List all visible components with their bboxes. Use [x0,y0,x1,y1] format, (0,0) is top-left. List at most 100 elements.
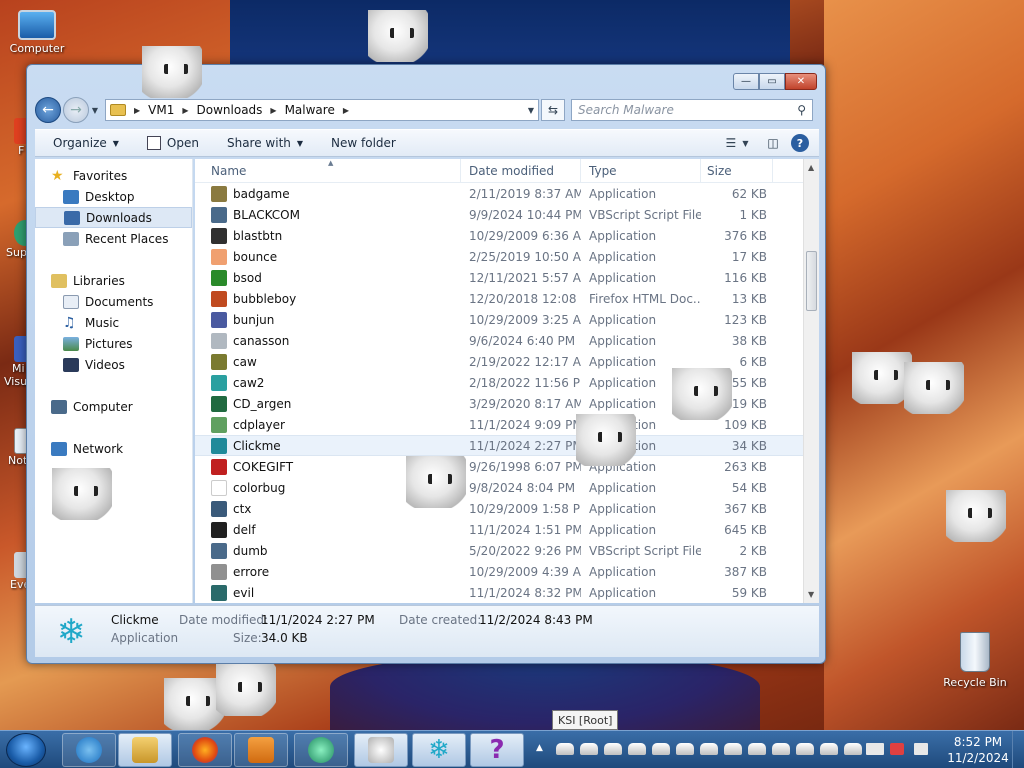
file-row[interactable]: canasson 9/6/2024 6:40 PM Application 38 KB [195,330,819,351]
nav-libraries[interactable]: Libraries [35,270,192,291]
column-header-date[interactable]: Date modified [461,159,581,182]
file-row[interactable]: evil 11/1/2024 8:32 PM Application 59 KB [195,582,819,603]
taskbar-clock[interactable]: 8:52 PM 11/2/2024 [938,734,1018,766]
file-row[interactable]: Clickme11/1/2024 2:27 PMApplication34 KB [195,435,819,456]
file-row[interactable]: ctx 10/29/2009 1:58 PM Application 367 KB [195,498,819,519]
file-row[interactable]: delf 11/1/2024 1:51 PM Application 645 KB [195,519,819,540]
file-date: 11/1/2024 1:51 PM [469,522,581,537]
polar-bear-tray-icon[interactable] [844,743,862,755]
chevron-right-icon[interactable]: ▶ [343,106,349,115]
file-row[interactable]: blastbtn 10/29/2009 6:36 AM Application 376… [195,225,819,246]
file-row[interactable]: bsod 12/11/2021 5:57 AM Application 116 KB [195,267,819,288]
polar-bear-tray-icon[interactable] [772,743,790,755]
nav-label: Desktop [85,189,135,204]
breadcrumb-malware[interactable]: Malware [285,103,335,117]
recent-pages-dropdown[interactable]: ▼ [89,106,101,115]
file-row[interactable]: colorbug 9/8/2024 8:04 PM Application 54 KB [195,477,819,498]
details-pane: ❄ Clickme Application Date modified: 11/… [35,605,819,657]
file-size: 645 KB [724,522,767,537]
breadcrumb-vm1[interactable]: VM1 [148,103,174,117]
taskbar-media-player-button[interactable] [234,733,288,767]
nav-videos[interactable]: Videos [35,354,192,375]
taskbar-explorer-button[interactable] [118,733,172,767]
share-with-button[interactable]: Share with ▼ [217,136,313,150]
organize-button[interactable]: Organize ▼ [43,136,129,150]
maximize-button[interactable]: ▭ [759,73,785,90]
show-hidden-icons-icon[interactable]: ▲ [536,743,543,753]
polar-bear-tray-icon[interactable] [676,743,694,755]
network-tray-icon[interactable] [866,743,884,755]
polar-bear-tray-icon[interactable] [652,743,670,755]
nav-desktop[interactable]: Desktop [35,186,192,207]
nav-documents[interactable]: Documents [35,291,192,312]
nav-favorites[interactable]: ★ Favorites [35,165,192,186]
address-dropdown-icon[interactable]: ▼ [524,106,538,115]
address-bar[interactable]: ▶ VM1 ▶ Downloads ▶ Malware ▶ ▼ [105,99,539,121]
open-button[interactable]: Open [137,136,209,150]
clock-time: 8:52 PM [953,735,1003,749]
refresh-button[interactable]: ⇆ [541,99,565,121]
file-row[interactable]: BLACKCOM 9/9/2024 10:44 PM VBScript Script… [195,204,819,225]
polar-bear-tray-icon[interactable] [604,743,622,755]
desktop-icon-computer[interactable]: Computer [2,10,72,55]
polar-bear-sprite [946,490,1006,542]
polar-bear-tray-icon[interactable] [724,743,742,755]
polar-bear-tray-icon[interactable] [628,743,646,755]
polar-bear-tray-icon[interactable] [556,743,574,755]
polar-bear-tray-icon[interactable] [796,743,814,755]
taskbar-question-button[interactable]: ? [470,733,524,767]
show-desktop-button[interactable] [1012,731,1024,768]
file-icon [211,227,227,244]
search-input[interactable]: Search Malware ⚲ [571,99,813,121]
desktop-icon-recycle-bin[interactable]: Recycle Bin [940,632,1010,689]
file-name: bubbleboy [233,291,297,306]
close-button[interactable]: ✕ [785,73,817,90]
nav-pictures[interactable]: Pictures [35,333,192,354]
file-row[interactable]: bounce 2/25/2019 10:50 AM Application 17 KB [195,246,819,267]
new-folder-button[interactable]: New folder [321,136,406,150]
polar-bear-tray-icon[interactable] [580,743,598,755]
chevron-right-icon[interactable]: ▶ [134,106,140,115]
polar-bear-tray-icon[interactable] [820,743,838,755]
taskbar-snowflake-button[interactable]: ❄ [412,733,466,767]
file-row[interactable]: COKEGIFT 9/26/1998 6:07 PM Application 263 … [195,456,819,477]
chevron-right-icon[interactable]: ▶ [270,106,276,115]
back-button[interactable]: ← [35,97,61,123]
column-header-size[interactable]: Size [701,159,773,182]
preview-pane-icon[interactable]: ◫ [763,135,783,151]
start-button[interactable] [6,733,46,767]
nav-music[interactable]: ♫ Music [35,312,192,333]
action-center-icon[interactable] [914,743,928,755]
file-row[interactable]: dumb 5/20/2022 9:26 PM VBScript Script Fil… [195,540,819,561]
view-options-icon[interactable]: ☰ ▼ [726,135,749,151]
file-name: dumb [233,543,268,558]
taskbar-green-app-button[interactable] [294,733,348,767]
search-icon[interactable]: ⚲ [797,103,806,117]
file-row[interactable]: bubbleboy 12/20/2018 12:08 ... Firefox HTM… [195,288,819,309]
help-icon[interactable]: ? [791,134,809,152]
scroll-down-icon[interactable]: ▼ [808,590,814,599]
videos-icon [63,357,79,372]
file-row[interactable]: badgame 2/11/2019 8:37 AM Application 62 KB [195,183,819,204]
minimize-button[interactable]: — [733,73,759,90]
vertical-scrollbar[interactable]: ▲ ▼ [803,159,819,603]
taskbar-ie-button[interactable] [62,733,116,767]
polar-bear-tray-icon[interactable] [700,743,718,755]
chevron-right-icon[interactable]: ▶ [182,106,188,115]
nav-recent-places[interactable]: Recent Places [35,228,192,249]
scroll-up-icon[interactable]: ▲ [808,163,814,172]
scroll-thumb[interactable] [806,251,817,311]
polar-bear-tray-icon[interactable] [748,743,766,755]
nav-network[interactable]: Network [35,438,192,459]
nav-downloads[interactable]: Downloads [35,207,192,228]
breadcrumb-downloads[interactable]: Downloads [197,103,263,117]
file-row[interactable]: errore 10/29/2009 4:39 AM Application 387 K… [195,561,819,582]
forward-button[interactable]: → [63,97,89,123]
nav-computer[interactable]: Computer [35,396,192,417]
volume-muted-icon[interactable] [890,743,904,755]
file-row[interactable]: bunjun 10/29/2009 3:25 AM Application 123 K… [195,309,819,330]
taskbar-polar-bear-button[interactable] [354,733,408,767]
column-header-type[interactable]: Type [581,159,701,182]
taskbar-firefox-button[interactable] [178,733,232,767]
explorer-window: — ▭ ✕ ← → ▼ ▶ VM1 ▶ Downloads ▶ Malware … [26,64,826,664]
